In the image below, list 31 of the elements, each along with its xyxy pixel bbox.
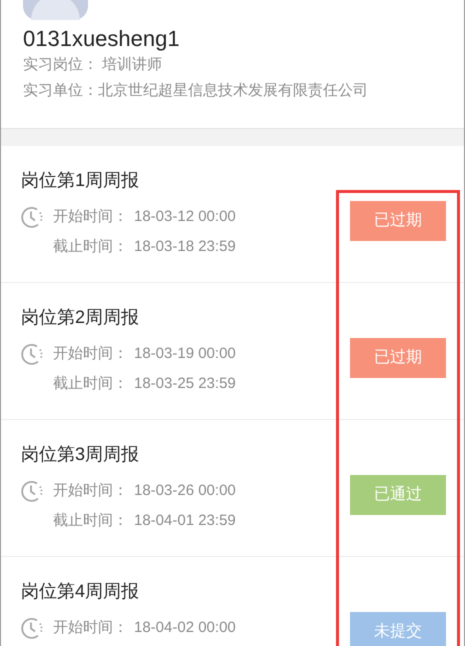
report-title[interactable]: 岗位第4周周报 — [21, 579, 464, 603]
time-label: 截止时间： — [53, 512, 128, 529]
field-label: 实习岗位： — [23, 56, 98, 73]
time-value: 18-03-19 00:00 — [134, 345, 236, 362]
clock-icon — [21, 205, 43, 229]
status-badge: 未提交 — [350, 612, 446, 646]
report-title[interactable]: 岗位第3周周报 — [21, 442, 464, 466]
report-title[interactable]: 岗位第1周周报 — [21, 168, 464, 192]
time-value: 18-03-12 00:00 — [134, 208, 236, 225]
time-label: 开始时间： — [53, 208, 128, 225]
status-badge: 已过期 — [350, 201, 446, 241]
time-label: 开始时间： — [53, 619, 128, 636]
clock-icon — [21, 342, 43, 366]
time-value: 18-03-18 23:59 — [134, 238, 236, 255]
clock-icon — [21, 479, 43, 503]
time-value: 18-04-02 00:00 — [134, 619, 236, 636]
time-label: 截止时间： — [53, 238, 128, 255]
status-badge: 已通过 — [350, 475, 446, 515]
field-value: 培训讲师 — [101, 56, 162, 73]
username: 0131xuesheng1 — [23, 26, 181, 52]
field-label: 实习单位： — [23, 82, 98, 99]
time-value: 18-03-26 00:00 — [134, 482, 236, 499]
time-label: 截止时间： — [53, 375, 128, 392]
clock-icon — [21, 616, 43, 640]
time-value: 18-03-25 23:59 — [134, 375, 236, 392]
time-value: 18-04-01 23:59 — [134, 512, 236, 529]
report-title[interactable]: 岗位第2周周报 — [21, 305, 464, 329]
field-value: 北京世纪超星信息技术发展有限责任公司 — [98, 82, 368, 99]
time-label: 开始时间： — [53, 345, 128, 362]
status-badge: 已过期 — [350, 338, 446, 378]
time-label: 开始时间： — [53, 482, 128, 499]
